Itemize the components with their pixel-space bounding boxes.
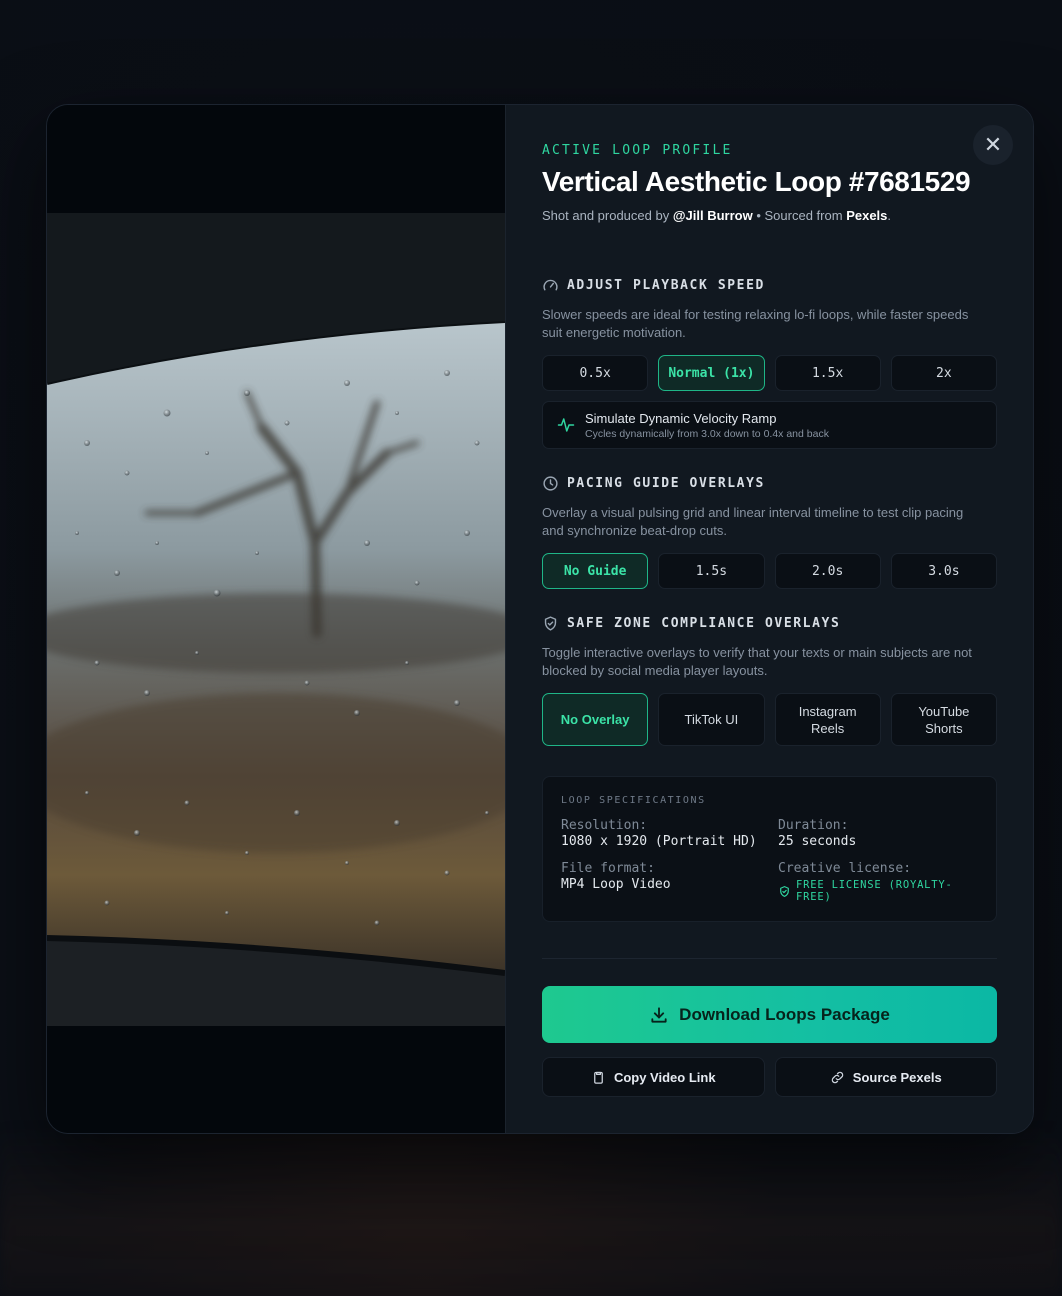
gauge-icon <box>542 277 559 294</box>
specs-grid: Resolution: 1080 x 1920 (Portrait HD) Du… <box>561 818 978 903</box>
spec-duration-label: Duration: <box>778 818 849 833</box>
download-label: Download Loops Package <box>679 1004 890 1024</box>
spec-resolution-value: 1080 x 1920 (Portrait HD) <box>561 834 757 849</box>
video-frame-image <box>47 213 505 1026</box>
copy-link-button[interactable]: Copy Video Link <box>542 1057 765 1097</box>
pacing-heading: PACING GUIDE OVERLAYS <box>542 475 997 492</box>
loop-profile-modal: ✕ ACTIVE LOOP PROFILE Vertical Aesthetic… <box>46 104 1034 1134</box>
pulse-icon <box>557 416 575 434</box>
download-button[interactable]: Download Loops Package <box>542 986 997 1043</box>
safezone-option-tiktok[interactable]: TikTok UI <box>658 693 765 746</box>
youtube-label: YouTube Shorts <box>918 703 970 736</box>
copy-link-label: Copy Video Link <box>613 1069 716 1085</box>
safezone-section: SAFE ZONE COMPLIANCE OVERLAYS Toggle int… <box>542 615 997 746</box>
settings-panel: ✕ ACTIVE LOOP PROFILE Vertical Aesthetic… <box>505 105 1033 1133</box>
speed-option-2x[interactable]: 2x <box>890 355 997 391</box>
pacing-option-1-5s[interactable]: 1.5s <box>658 553 765 589</box>
pacing-description: Overlay a visual pulsing grid and linear… <box>542 505 964 538</box>
speed-option-0-5x[interactable]: 0.5x <box>542 355 649 391</box>
speed-heading-label: ADJUST PLAYBACK SPEED <box>567 278 765 293</box>
velocity-ramp-toggle[interactable]: Simulate Dynamic Velocity Ramp Cycles dy… <box>542 401 997 449</box>
profile-eyebrow: ACTIVE LOOP PROFILE <box>542 143 733 158</box>
author-name: @Jill Burrow <box>672 208 753 223</box>
velocity-ramp-subtitle: Cycles dynamically from 3.0x down to 0.4… <box>585 427 829 440</box>
safezone-heading-label: SAFE ZONE COMPLIANCE OVERLAYS <box>567 616 841 631</box>
secondary-actions: Copy Video Link Source Pexels <box>542 1057 997 1097</box>
shield-icon <box>542 615 559 632</box>
spec-license: Creative license: FREE LICENSE (ROYALTY-… <box>778 861 978 903</box>
spec-duration-value: 25 seconds <box>778 834 857 849</box>
shield-check-icon <box>778 885 791 898</box>
background-blur <box>0 1126 1062 1296</box>
credit-line: Shot and produced by @Jill Burrow • Sour… <box>542 208 997 223</box>
source-prefix: Sourced from <box>764 208 843 223</box>
velocity-ramp-text: Simulate Dynamic Velocity Ramp Cycles dy… <box>585 411 829 440</box>
pacing-option-3-0s[interactable]: 3.0s <box>890 553 997 589</box>
safezone-description: Toggle interactive overlays to verify th… <box>542 645 972 678</box>
pacing-option-no-guide[interactable]: No Guide <box>542 553 649 589</box>
divider <box>542 958 997 959</box>
specs-heading: LOOP SPECIFICATIONS <box>561 795 706 806</box>
license-badge: FREE LICENSE (ROYALTY-FREE) <box>778 879 978 903</box>
safezone-option-instagram[interactable]: Instagram Reels <box>774 693 881 746</box>
pacing-option-2-0s[interactable]: 2.0s <box>774 553 881 589</box>
spec-duration: Duration: 25 seconds <box>778 818 978 849</box>
instagram-label: Instagram Reels <box>798 703 857 736</box>
speed-heading: ADJUST PLAYBACK SPEED <box>542 277 997 294</box>
speed-section: ADJUST PLAYBACK SPEED Slower speeds are … <box>542 277 997 449</box>
close-button[interactable]: ✕ <box>973 125 1013 165</box>
speed-option-1-5x[interactable]: 1.5x <box>774 355 881 391</box>
clock-icon <box>542 475 559 492</box>
source-pexels-button[interactable]: Source Pexels <box>774 1057 997 1097</box>
speed-description: Slower speeds are ideal for testing rela… <box>542 307 969 340</box>
pacing-heading-label: PACING GUIDE OVERLAYS <box>567 476 765 491</box>
safezone-heading: SAFE ZONE COMPLIANCE OVERLAYS <box>542 615 997 632</box>
credit-prefix: Shot and produced by <box>542 208 670 223</box>
source-suffix: . <box>887 208 892 223</box>
link-icon <box>830 1070 845 1085</box>
close-icon: ✕ <box>983 132 1003 157</box>
safezone-options: No Overlay TikTok UI Instagram Reels You… <box>542 693 997 746</box>
credit-bullet: • <box>756 208 761 223</box>
safezone-option-no-overlay[interactable]: No Overlay <box>542 693 649 746</box>
pacing-section: PACING GUIDE OVERLAYS Overlay a visual p… <box>542 475 997 589</box>
spec-format-value: MP4 Loop Video <box>561 877 671 892</box>
license-value: FREE LICENSE (ROYALTY-FREE) <box>796 879 953 903</box>
speed-option-normal[interactable]: Normal (1x) <box>658 355 765 391</box>
clipboard-icon <box>591 1070 606 1085</box>
loop-specifications: LOOP SPECIFICATIONS Resolution: 1080 x 1… <box>542 776 997 922</box>
spec-format: File format: MP4 Loop Video <box>561 861 778 903</box>
safezone-option-youtube[interactable]: YouTube Shorts <box>890 693 997 746</box>
source-name: Pexels <box>846 208 888 223</box>
source-pexels-label: Source Pexels <box>852 1069 942 1085</box>
video-preview-pane <box>47 105 505 1133</box>
pacing-options: No Guide 1.5s 2.0s 3.0s <box>542 553 997 589</box>
spec-license-label: Creative license: <box>778 861 912 876</box>
spec-resolution: Resolution: 1080 x 1920 (Portrait HD) <box>561 818 778 849</box>
speed-options: 0.5x Normal (1x) 1.5x 2x <box>542 355 997 391</box>
spec-format-label: File format: <box>561 861 655 876</box>
page-title: Vertical Aesthetic Loop #7681529 <box>542 166 971 197</box>
spec-resolution-label: Resolution: <box>561 818 648 833</box>
velocity-ramp-title: Simulate Dynamic Velocity Ramp <box>585 410 777 426</box>
download-icon <box>649 1005 669 1025</box>
video-preview[interactable] <box>47 213 505 1026</box>
